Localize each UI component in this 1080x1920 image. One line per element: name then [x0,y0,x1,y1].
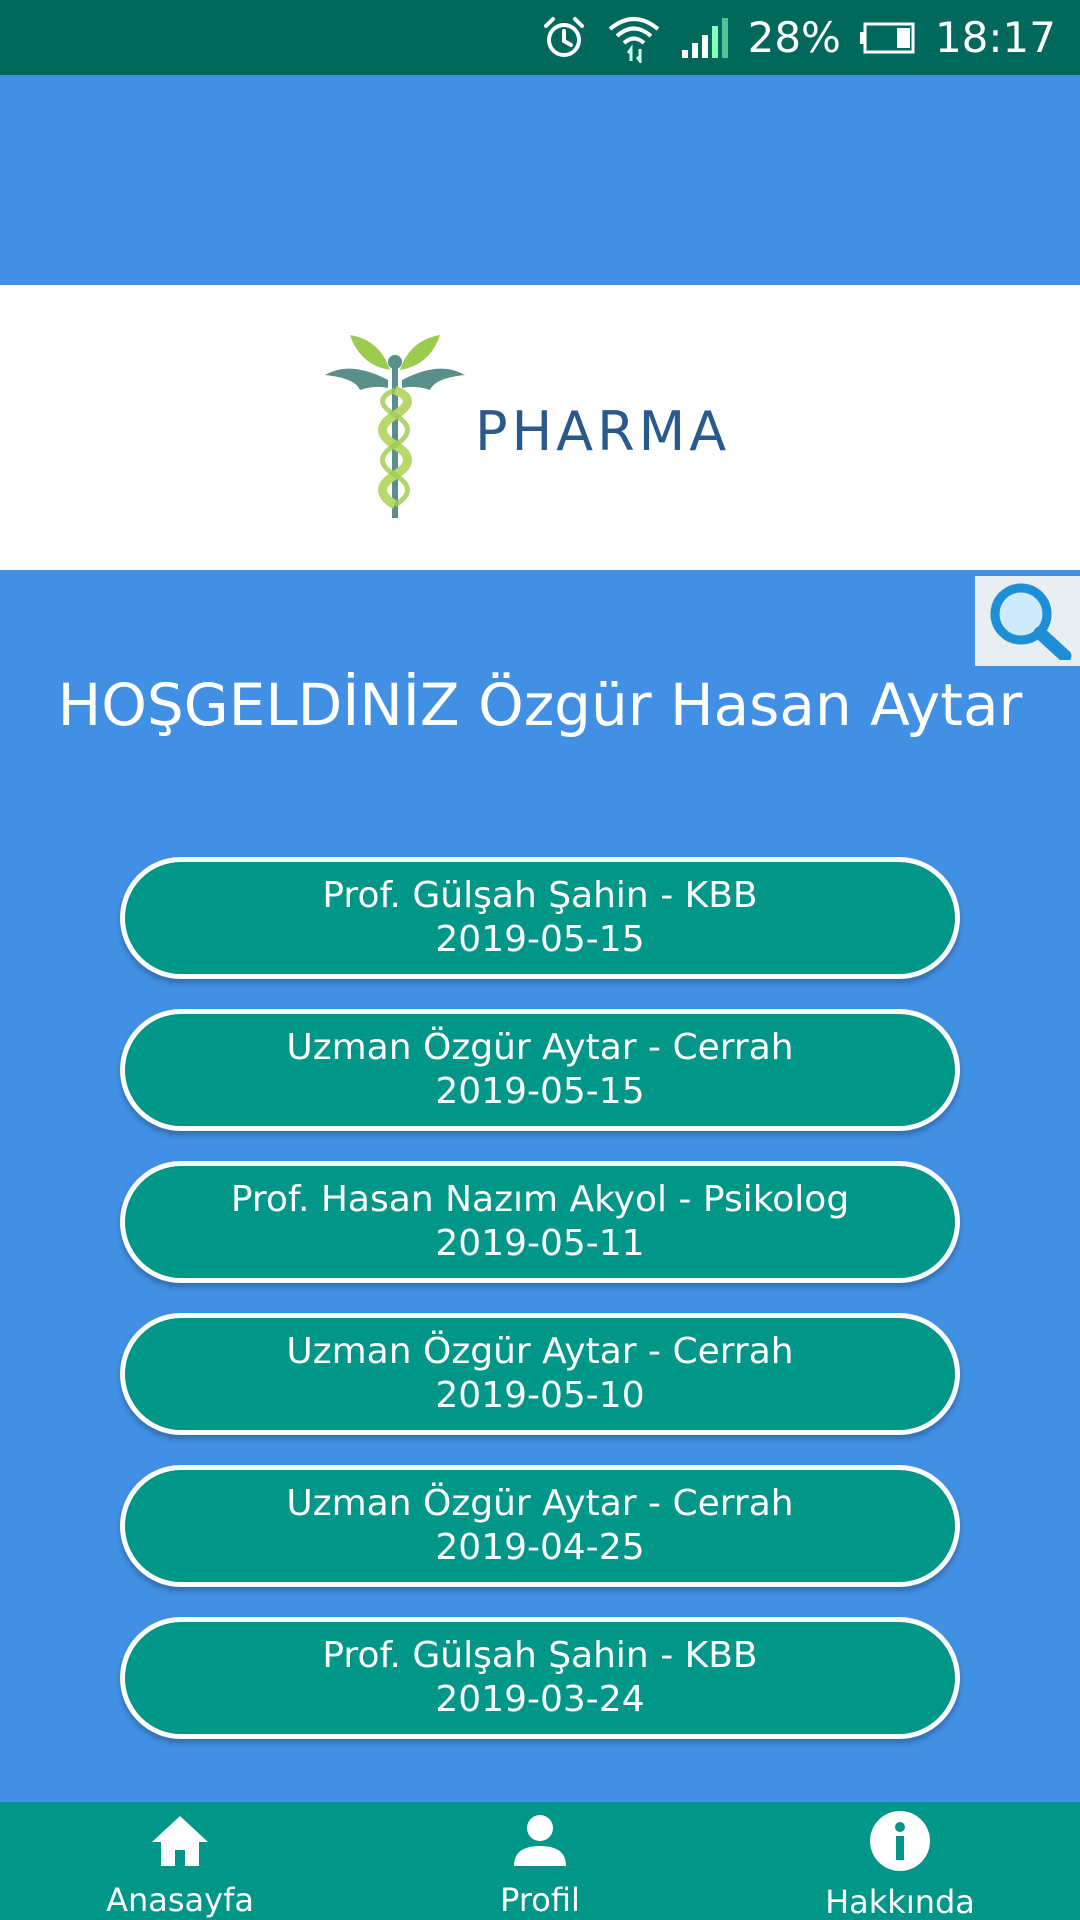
appointment-list: Prof. Gülşah Şahin - KBB 2019-05-15 Uzma… [120,857,960,1769]
caduceus-icon [320,330,470,530]
appointment-date: 2019-03-24 [435,1679,645,1720]
appointment-title: Uzman Özgür Aytar - Cerrah [286,1027,794,1068]
home-icon [148,1810,212,1870]
app-screen: 28% 18:17 PHARMA HOŞGELDİNİZ Özgür Hasan… [0,0,1080,1920]
appointment-item[interactable]: Prof. Gülşah Şahin - KBB 2019-03-24 [120,1617,960,1739]
appointment-title: Uzman Özgür Aytar - Cerrah [286,1483,794,1524]
wifi-icon [606,13,662,63]
person-icon [512,1810,568,1870]
welcome-message: HOŞGELDİNİZ Özgür Hasan Aytar [57,671,1023,739]
battery-percent: 28% [747,12,841,62]
appointment-date: 2019-04-25 [435,1527,645,1568]
header-band [0,75,1080,285]
search-icon [983,578,1073,664]
appointment-item[interactable]: Prof. Hasan Nazım Akyol - Psikolog 2019-… [120,1161,960,1283]
nav-item-home[interactable]: Anasayfa [0,1802,360,1920]
appointment-item[interactable]: Prof. Gülşah Şahin - KBB 2019-05-15 [120,857,960,979]
appointment-date: 2019-05-10 [435,1375,645,1416]
nav-item-about[interactable]: Hakkında [720,1802,1080,1920]
appointment-date: 2019-05-15 [435,919,645,960]
appointment-title: Uzman Özgür Aytar - Cerrah [286,1331,794,1372]
bottom-nav: Anasayfa Profil Hakkında [0,1802,1080,1920]
appointment-item[interactable]: Uzman Özgür Aytar - Cerrah 2019-04-25 [120,1465,960,1587]
appointment-title: Prof. Gülşah Şahin - KBB [322,1635,758,1676]
appointment-title: Prof. Hasan Nazım Akyol - Psikolog [230,1179,850,1220]
nav-label: Profil [500,1881,580,1919]
alarm-icon [540,14,588,62]
info-icon [869,1810,931,1872]
status-time: 18:17 [934,12,1056,62]
appointment-item[interactable]: Uzman Özgür Aytar - Cerrah 2019-05-10 [120,1313,960,1435]
status-bar: 28% 18:17 [0,0,1080,75]
logo-banner: PHARMA [0,285,1080,570]
signal-icon [680,16,730,60]
status-icons: 28% 18:17 [540,0,1056,75]
appointment-title: Prof. Gülşah Şahin - KBB [322,875,758,916]
logo-text: PHARMA [475,400,731,463]
battery-icon [859,22,917,54]
search-button[interactable] [975,576,1080,666]
appointment-date: 2019-05-15 [435,1071,645,1112]
appointment-date: 2019-05-11 [435,1223,645,1264]
appointment-item[interactable]: Uzman Özgür Aytar - Cerrah 2019-05-15 [120,1009,960,1131]
nav-label: Anasayfa [106,1881,254,1919]
nav-item-profile[interactable]: Profil [360,1802,720,1920]
nav-label: Hakkında [825,1883,975,1920]
